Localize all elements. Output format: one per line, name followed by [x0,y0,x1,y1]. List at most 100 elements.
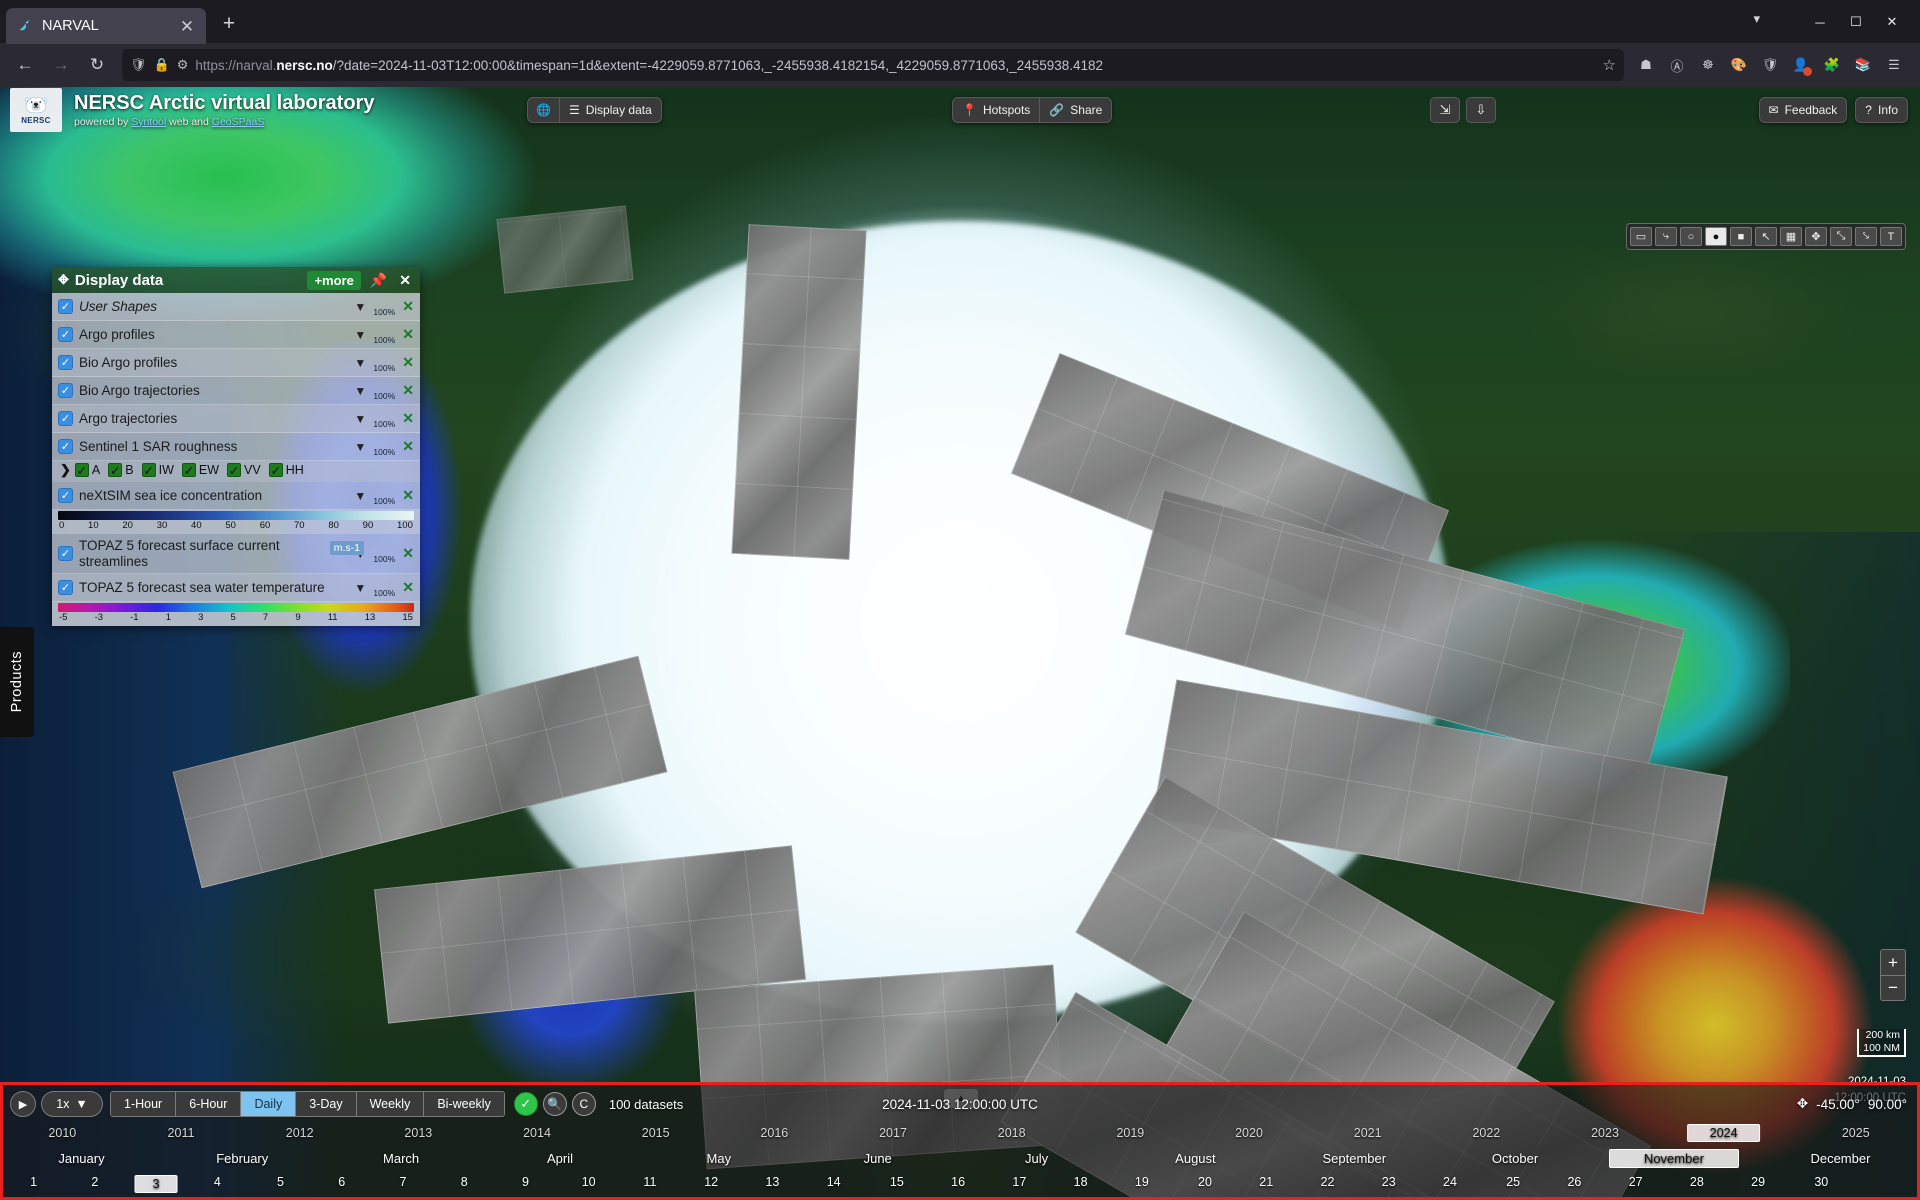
play-icon[interactable]: ▶ [10,1091,36,1117]
layer-checkbox[interactable]: ✓ [58,299,73,314]
day-4[interactable]: 4 [214,1175,221,1189]
year-2011[interactable]: 2011 [168,1126,195,1140]
minimize-icon[interactable]: ─ [1802,10,1838,34]
day-19[interactable]: 19 [1135,1175,1149,1189]
opacity-control[interactable]: 100% [371,544,397,564]
hotspots-button[interactable]: 📍 Hotspots [953,98,1041,122]
sar-checkbox[interactable]: ✓ [141,463,156,478]
day-30[interactable]: 30 [1814,1175,1828,1189]
arrow-right-icon[interactable]: → [44,49,78,81]
layer-row-bio-argo-profiles[interactable]: ✓ Bio Argo profiles ▼ 100% ✕ [52,349,420,377]
remove-icon[interactable]: ✕ [402,487,414,504]
day-27[interactable]: 27 [1629,1175,1643,1189]
display-data-button[interactable]: ☰ Display data [560,98,661,122]
feedback-button[interactable]: ✉ Feedback [1760,98,1847,122]
opacity-control[interactable]: 100% [371,381,397,401]
new-tab-button[interactable]: + [212,7,246,41]
timeline-years-axis[interactable]: 2010 2011 2012 2013 2014 2015 2016 2017 … [3,1123,1917,1147]
day-13[interactable]: 13 [765,1175,779,1189]
info-button[interactable]: ? Info [1856,98,1907,122]
upload-icon[interactable]: ⇩ [1466,97,1496,123]
remove-icon[interactable]: ✕ [402,545,414,562]
puzzle-icon[interactable]: 🧩 [1818,51,1846,79]
layer-checkbox[interactable]: ✓ [58,488,73,503]
opacity-control[interactable]: 100% [371,578,397,598]
year-2012[interactable]: 2012 [286,1126,314,1140]
account-icon[interactable]: Ⓐ [1663,51,1691,79]
grid-tool[interactable]: ▦ [1780,227,1802,246]
day-23[interactable]: 23 [1382,1175,1396,1189]
close-icon[interactable]: ✕ [396,272,414,289]
month-july[interactable]: July [1025,1151,1048,1166]
year-2020[interactable]: 2020 [1235,1126,1263,1140]
geospaas-link[interactable]: GeoSPaaS [212,116,265,128]
day-10[interactable]: 10 [582,1175,596,1189]
close-icon[interactable]: ✕ [178,18,196,35]
timestep-weekly[interactable]: Weekly [356,1092,425,1116]
year-2016[interactable]: 2016 [760,1126,788,1140]
remove-icon[interactable]: ✕ [402,438,414,455]
day-20[interactable]: 20 [1198,1175,1212,1189]
products-tab[interactable]: Products [0,627,34,737]
remove-icon[interactable]: ✕ [402,382,414,399]
layer-row-sentinel1-sar-roughness[interactable]: ✓ Sentinel 1 SAR roughness ▼ 100% ✕ [52,433,420,461]
opacity-control[interactable]: 100% [371,437,397,457]
month-january[interactable]: January [58,1151,104,1166]
year-2019[interactable]: 2019 [1116,1126,1144,1140]
sar-checkbox[interactable]: ✓ [268,463,283,478]
star-icon[interactable]: ☆ [1603,56,1616,74]
sar-checkbox[interactable]: ✓ [227,463,242,478]
filter-icon[interactable]: ▼ [354,356,366,370]
opacity-control[interactable]: 100% [371,297,397,317]
arrow-left-icon[interactable]: ← [8,49,42,81]
year-2023[interactable]: 2023 [1591,1126,1619,1140]
sar-checkbox[interactable]: ✓ [74,463,89,478]
layer-row-argo-profiles[interactable]: ✓ Argo profiles ▼ 100% ✕ [52,321,420,349]
polyline-tool[interactable]: ⤷ [1655,227,1677,246]
month-march[interactable]: March [383,1151,419,1166]
year-2021[interactable]: 2021 [1354,1126,1382,1140]
layer-checkbox[interactable]: ✓ [58,355,73,370]
month-june[interactable]: June [864,1151,892,1166]
remove-icon[interactable]: ✕ [402,410,414,427]
lock-icon[interactable]: 🔒 [154,57,170,73]
add-more-button[interactable]: +more [307,270,361,290]
opacity-control[interactable]: 100% [371,325,397,345]
month-november-selected[interactable]: November [1608,1149,1739,1168]
layer-checkbox[interactable]: ✓ [58,411,73,426]
timeline-days-axis[interactable]: 1 2 3 4 5 6 7 8 9 10 11 12 13 14 15 16 1… [3,1173,1917,1197]
year-2017[interactable]: 2017 [879,1126,907,1140]
day-28[interactable]: 28 [1690,1175,1704,1189]
day-7[interactable]: 7 [400,1175,407,1189]
sar-checkbox[interactable]: ✓ [108,463,123,478]
close-icon[interactable]: ✕ [1874,10,1910,34]
day-25[interactable]: 25 [1506,1175,1520,1189]
badge-icon[interactable]: 👤 [1787,51,1815,79]
timestep-6-hour[interactable]: 6-Hour [176,1092,242,1116]
palette-icon[interactable]: 🎨 [1725,51,1753,79]
zoom-in-button[interactable]: + [1880,949,1906,975]
day-6[interactable]: 6 [338,1175,345,1189]
month-december[interactable]: December [1810,1151,1870,1166]
day-12[interactable]: 12 [704,1175,718,1189]
syntool-link[interactable]: Syntool [131,116,166,128]
day-11[interactable]: 11 [643,1175,656,1189]
layer-row-bio-argo-trajectories[interactable]: ✓ Bio Argo trajectories ▼ 100% ✕ [52,377,420,405]
refresh-icon[interactable]: C [571,1092,596,1116]
day-18[interactable]: 18 [1074,1175,1088,1189]
circle-tool[interactable]: ○ [1680,227,1702,246]
filter-icon[interactable]: ▼ [354,412,366,426]
sar-filter-vv[interactable]: ✓ VV [227,463,261,478]
day-14[interactable]: 14 [827,1175,841,1189]
layer-row-argo-trajectories[interactable]: ✓ Argo trajectories ▼ 100% ✕ [52,405,420,433]
day-15[interactable]: 15 [890,1175,904,1189]
rectangle-select-tool[interactable]: ▭ [1630,227,1652,246]
day-29[interactable]: 29 [1751,1175,1765,1189]
maximize-icon[interactable]: ☐ [1838,10,1874,34]
year-2022[interactable]: 2022 [1472,1126,1500,1140]
filter-icon[interactable]: ▼ [354,489,366,503]
playback-speed-select[interactable]: 1x ▼ [41,1091,103,1117]
map-canvas[interactable] [0,87,1920,1200]
search-icon[interactable]: 🔍 [542,1092,567,1116]
timestep-bi-weekly[interactable]: Bi-weekly [424,1092,504,1116]
